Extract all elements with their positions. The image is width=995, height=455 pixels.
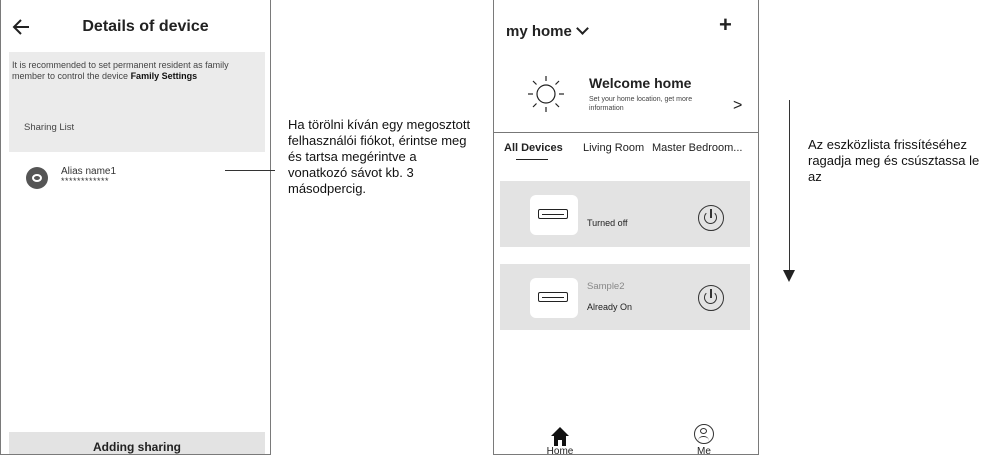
- device-details-screen: Details of device It is recommended to s…: [0, 0, 271, 455]
- divider: [494, 132, 758, 133]
- member-masked-account: ************: [61, 176, 110, 186]
- family-settings-link[interactable]: Family Settings: [131, 71, 198, 81]
- swipe-down-arrow-icon: [783, 270, 795, 282]
- nav-me-label: Me: [697, 446, 711, 455]
- air-conditioner-icon: [530, 278, 578, 318]
- active-tab-indicator: [516, 159, 548, 160]
- member-avatar: [26, 167, 48, 189]
- nav-home-label: Home: [546, 446, 574, 455]
- annotation-refresh-list: Az eszközlista frissítéséhez ragadja meg…: [808, 137, 980, 184]
- family-notice: It is recommended to set permanent resid…: [12, 60, 262, 82]
- adding-sharing-button[interactable]: Adding sharing: [9, 432, 265, 454]
- home-screen: my home + Welcome home Set your home loc…: [493, 0, 759, 455]
- user-icon: [694, 424, 714, 444]
- callout-line: [225, 170, 275, 171]
- device-status: Turned off: [587, 218, 628, 228]
- chevron-down-icon: [575, 22, 589, 35]
- add-device-button[interactable]: +: [719, 12, 732, 38]
- device-card[interactable]: Turned off: [500, 181, 750, 247]
- power-button-icon[interactable]: [698, 285, 724, 311]
- welcome-title: Welcome home: [589, 75, 692, 91]
- tab-master-bedroom[interactable]: Master Bedroom...: [652, 142, 742, 154]
- header-bar: Details of device: [1, 12, 270, 48]
- family-notice-panel: It is recommended to set permanent resid…: [9, 52, 265, 152]
- sun-icon: [528, 76, 564, 112]
- nav-home[interactable]: Home: [540, 424, 580, 455]
- device-name: Sample2: [587, 281, 625, 292]
- welcome-subtitle: Set your home location, get more informa…: [589, 96, 693, 112]
- tab-all-devices[interactable]: All Devices: [504, 142, 563, 154]
- power-button-icon[interactable]: [698, 205, 724, 231]
- home-icon: [551, 427, 569, 446]
- nav-me[interactable]: Me: [684, 424, 724, 455]
- home-name: my home: [506, 23, 572, 40]
- sharing-list-label: Sharing List: [24, 122, 75, 133]
- air-conditioner-icon: [530, 195, 578, 235]
- annotation-delete-share: Ha törölni kíván egy megosztott felhaszn…: [288, 117, 471, 196]
- device-status: Already On: [587, 302, 633, 312]
- device-card[interactable]: Sample2 Already On: [500, 264, 750, 330]
- shared-member-row[interactable]: Alias name1 ************: [21, 164, 261, 190]
- welcome-arrow-button[interactable]: >: [733, 97, 742, 115]
- home-selector[interactable]: my home: [506, 22, 589, 40]
- page-title: Details of device: [82, 18, 209, 35]
- tab-living-room[interactable]: Living Room: [583, 142, 644, 154]
- swipe-down-line: [789, 100, 790, 272]
